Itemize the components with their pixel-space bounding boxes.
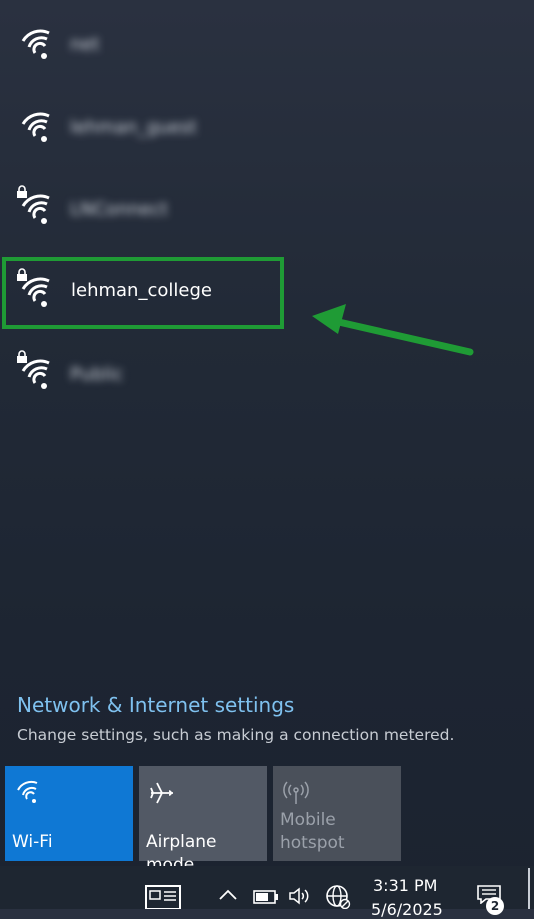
chevron-up-icon[interactable] [218,888,238,902]
wifi-toggle-tile[interactable]: Wi-Fi [5,766,133,861]
highlight-box [2,257,284,329]
show-desktop-edge[interactable] [528,868,530,909]
network-item[interactable]: LNConnect [0,175,534,245]
network-name: Public [70,364,124,385]
tile-label: Wi-Fi [12,832,53,852]
news-icon[interactable] [145,884,181,909]
network-item[interactable]: lehman_guest [0,93,534,163]
tile-label-line1: Mobile [280,810,336,830]
clock-date[interactable]: 5/6/2025 [371,900,443,919]
wifi-signal-icon [21,359,50,389]
network-name: lehman_guest [70,117,197,138]
network-settings-description: Change settings, such as making a connec… [17,726,455,744]
network-name: LNConnect [70,199,168,220]
wifi-signal-icon [21,29,50,59]
network-name: net [70,34,100,55]
network-settings-link[interactable]: Network & Internet settings [17,693,294,717]
wifi-signal-icon [21,194,50,224]
hotspot-icon [283,781,309,804]
mobile-hotspot-tile[interactable]: Mobile hotspot [273,766,401,861]
wifi-signal-icon [21,112,50,142]
battery-icon[interactable] [253,890,279,904]
network-item[interactable]: net [0,10,534,80]
airplane-icon [150,782,173,804]
airplane-mode-tile[interactable]: Airplane mode [139,766,267,875]
pointer-arrow [312,304,474,356]
wifi-icon [17,780,38,803]
globe-icon[interactable] [325,884,351,909]
tile-label-line2: hotspot [280,833,345,853]
clock-time[interactable]: 3:31 PM [373,876,437,895]
volume-icon[interactable] [288,886,314,906]
notification-count-badge: 2 [486,897,504,915]
